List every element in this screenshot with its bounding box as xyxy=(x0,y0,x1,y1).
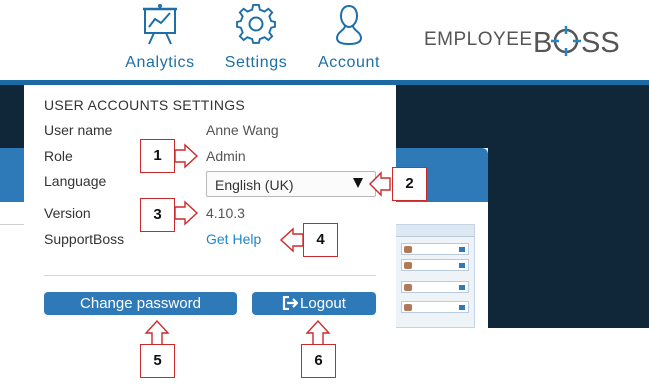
callout-arrow-4 xyxy=(279,227,304,253)
callout-2: 2 xyxy=(392,167,427,201)
callout-arrows xyxy=(144,143,391,346)
callout-arrow-6 xyxy=(305,319,331,346)
callout-6: 6 xyxy=(301,344,336,378)
callout-5: 5 xyxy=(140,344,175,378)
callout-arrow-3 xyxy=(174,200,199,226)
callout-arrow-1 xyxy=(174,143,199,169)
callout-1: 1 xyxy=(140,139,175,173)
callout-4: 4 xyxy=(303,223,338,257)
callout-3: 3 xyxy=(140,198,175,232)
callout-arrow-5 xyxy=(144,319,170,346)
callout-arrow-2 xyxy=(369,171,391,197)
